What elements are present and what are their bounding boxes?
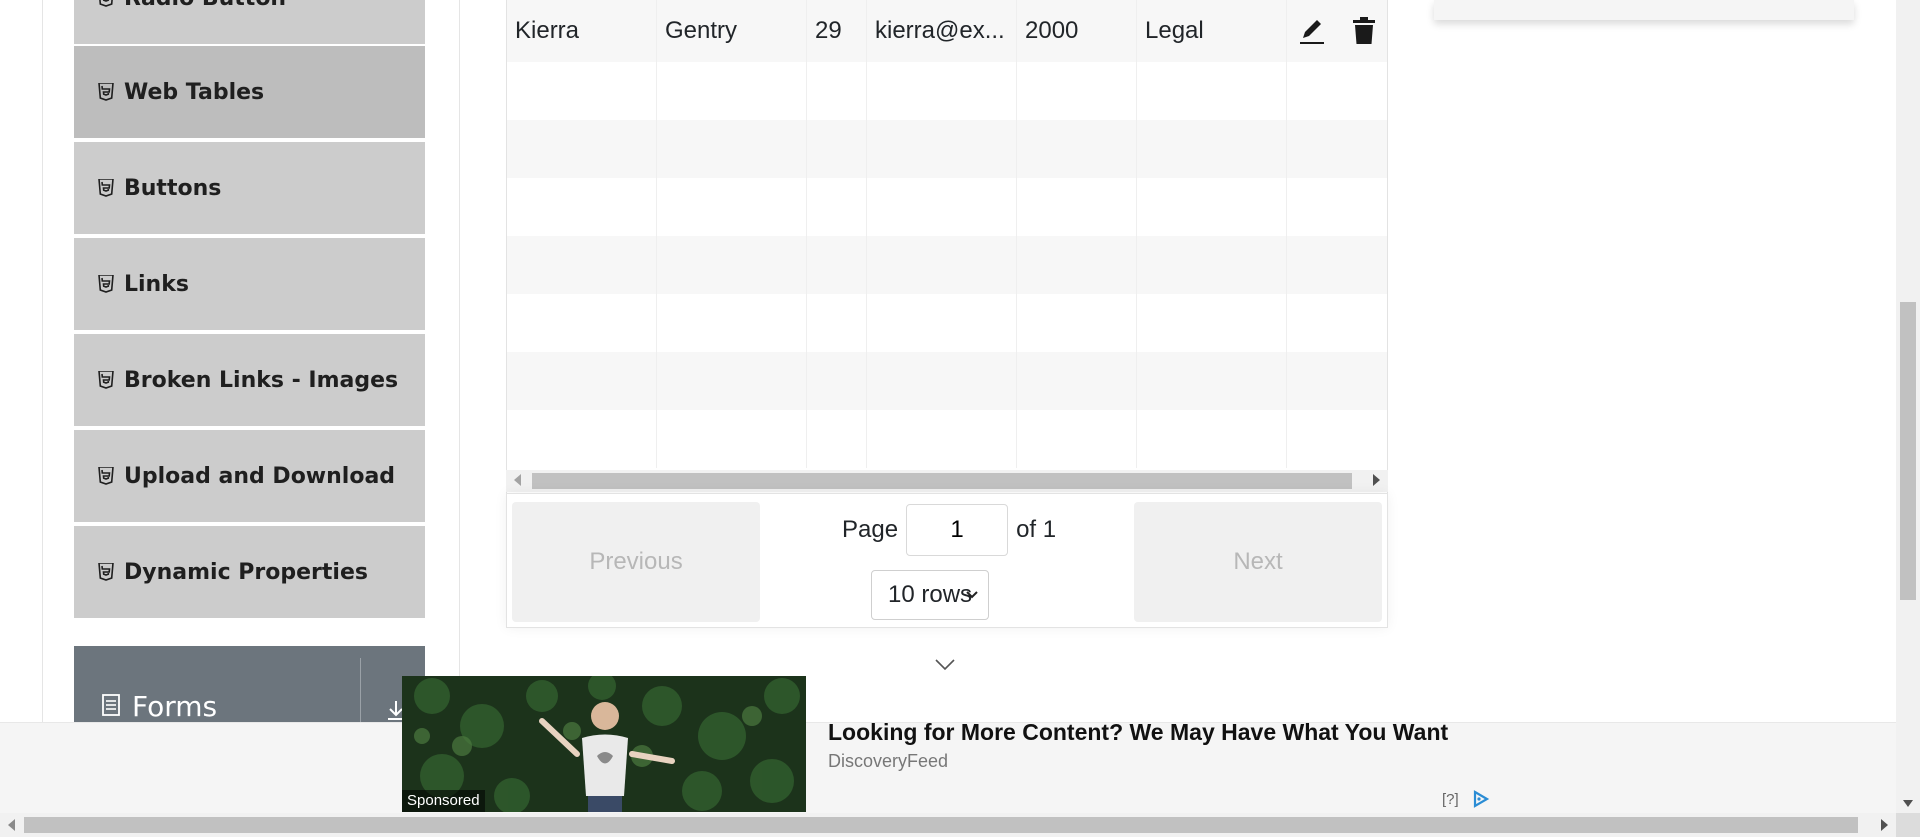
html5-icon [99,0,113,7]
sidebar-item-broken-links[interactable]: Broken Links - Images [74,334,425,428]
page-horizontal-scrollbar[interactable] [0,813,1896,837]
content-divider [459,0,460,722]
rows-per-page-value: 10 rows [888,581,973,608]
html5-icon [98,371,114,389]
ad-help-link[interactable]: [?] [1442,791,1459,808]
scroll-down-arrow[interactable] [1903,800,1913,807]
ad-source[interactable]: DiscoveryFeed [828,751,948,772]
cell-actions [1287,0,1387,62]
cell-email: kierra@ex... [867,0,1017,62]
page-label: Page [842,516,899,543]
table-row-empty [507,294,1387,352]
page-info: Page of 1 [842,504,1056,556]
sidebar-item-buttons[interactable]: Buttons [74,142,425,236]
sidebar-item-links[interactable]: Links [74,238,425,332]
html5-icon [98,467,114,485]
html5-icon [98,563,114,581]
sidebar-item-label: Radio Button [124,0,286,11]
html5-icon [98,275,114,293]
scrollbar-corner [1896,813,1920,837]
total-pages-label: of 1 [1016,516,1057,543]
pagination: Previous Page of 1 10 rows Next [506,493,1388,628]
sidebar-item-upload-download[interactable]: Upload and Download [74,430,425,524]
table-horizontal-scrollbar[interactable] [506,470,1388,492]
scroll-thumb[interactable] [532,473,1352,489]
cell-first-name: Kierra [507,0,657,62]
sidebar-item-label: Buttons [124,175,222,201]
sidebar-left-border [42,0,43,722]
pencil-icon[interactable] [1297,16,1327,46]
table-row-empty [507,236,1387,294]
next-button[interactable]: Next [1134,502,1382,622]
cell-last-name: Gentry [657,0,807,62]
sidebar-item-label: Links [124,271,189,297]
previous-button[interactable]: Previous [512,502,760,622]
table-row-empty [507,120,1387,178]
cell-age: 29 [807,0,867,62]
sidebar-item-label: Web Tables [124,79,265,105]
sidebar-item-dynamic-properties[interactable]: Dynamic Properties [74,526,425,620]
page-scroll-left-arrow[interactable] [8,819,15,831]
right-ad-card [1434,0,1854,20]
chevron-down-icon[interactable] [934,658,956,672]
document-icon [102,694,120,716]
sidebar-item-web-tables[interactable]: Web Tables [74,46,425,140]
table-row-empty [507,178,1387,236]
page-vertical-scrollbar[interactable] [1896,0,1920,813]
scroll-left-arrow[interactable] [514,474,521,486]
sidebar-item-radio-button[interactable]: Radio Button [74,0,425,46]
scroll-right-arrow[interactable] [1373,474,1380,486]
page-scroll-right-arrow[interactable] [1881,819,1888,831]
chevron-down-icon [966,591,978,599]
rows-per-page-select[interactable]: 10 rows [871,570,989,620]
table-row-empty [507,62,1387,120]
trash-icon[interactable] [1349,16,1379,46]
sidebar-item-label: Dynamic Properties [124,559,368,585]
sidebar-item-label: Broken Links - Images [124,367,399,393]
table-row-empty [507,410,1387,468]
sidebar-item-label: Upload and Download [124,463,396,489]
sponsored-label: Sponsored [402,790,485,812]
html5-icon [98,83,114,101]
cell-salary: 2000 [1017,0,1137,62]
page-horizontal-scroll-thumb[interactable] [24,817,1858,833]
html5-icon [98,179,114,197]
cell-department: Legal [1137,0,1287,62]
ad-title[interactable]: Looking for More Content? We May Have Wh… [828,719,1448,746]
sidebar-group-title: Forms [132,690,218,723]
adchoices-icon[interactable] [1472,790,1490,808]
table-row-empty [507,352,1387,410]
page-number-input[interactable] [906,504,1009,556]
vertical-scroll-thumb[interactable] [1900,302,1916,600]
table-row: Kierra Gentry 29 kierra@ex... 2000 Legal [507,0,1387,62]
